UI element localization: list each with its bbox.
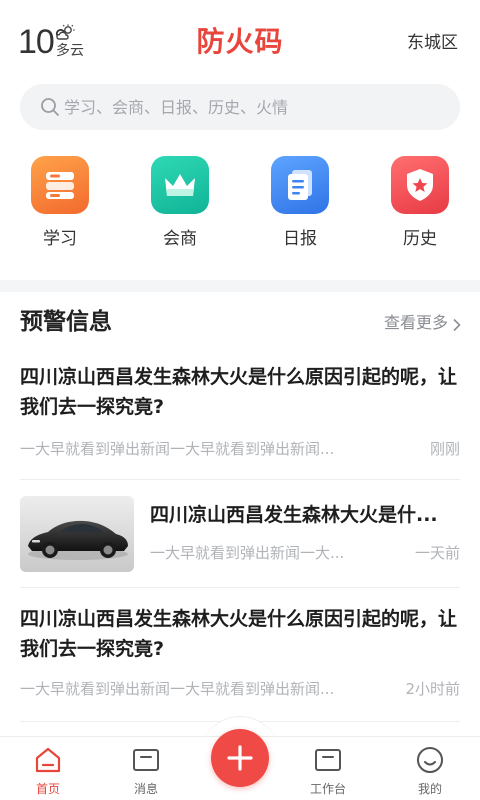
plus-icon bbox=[226, 744, 254, 772]
category-label: 学习 bbox=[43, 229, 77, 249]
news-title: 四川凉山西昌发生森林大火是什么原因引起的呢，让我们去一探究竟? bbox=[20, 608, 458, 660]
news-meta: 一大早就看到弹出新闻一大早就看到弹出新闻... 2小时前 bbox=[20, 678, 460, 700]
category-consult[interactable]: 会商 bbox=[130, 156, 230, 256]
search-bar[interactable] bbox=[20, 84, 460, 130]
view-more-link[interactable]: 查看更多 bbox=[384, 312, 462, 334]
category-grid: 学习 会商 日报 历史 bbox=[0, 146, 480, 264]
nav-home[interactable]: 首页 bbox=[0, 743, 96, 799]
news-item[interactable]: 四川凉山西昌发生森林大火是什么原因引起的呢，让我们去一探究竟? 一大早就看到弹出… bbox=[20, 362, 460, 480]
news-item[interactable]: 四川凉山西昌发生森林大火是什... 一大早就看到弹出新闻一大... 一天前 bbox=[20, 480, 460, 588]
news-title: 四川凉山西昌发生森林大火是什么原因引起的呢，让我们去一探究竟? bbox=[20, 366, 458, 418]
news-time: 一天前 bbox=[414, 544, 460, 562]
crown-icon bbox=[151, 156, 209, 214]
nav-messages[interactable]: 消息 bbox=[98, 743, 194, 799]
nav-label: 消息 bbox=[133, 782, 158, 796]
category-label: 日报 bbox=[283, 229, 317, 249]
header: 10° 多云 防火码 东城区 bbox=[0, 0, 480, 80]
books-icon bbox=[31, 156, 89, 214]
shield-star-icon bbox=[391, 156, 449, 214]
category-label: 历史 bbox=[403, 229, 437, 249]
news-summary: 一大早就看到弹出新闻一大早就看到弹出新闻... bbox=[20, 440, 335, 458]
view-more-label: 查看更多 bbox=[383, 313, 448, 332]
profile-icon bbox=[415, 745, 445, 775]
district-selector[interactable]: 东城区 bbox=[407, 32, 458, 54]
workbench-icon bbox=[313, 745, 343, 775]
chevron-right-icon bbox=[452, 316, 462, 332]
category-study[interactable]: 学习 bbox=[10, 156, 110, 256]
news-time: 2小时前 bbox=[405, 680, 460, 698]
section-divider bbox=[0, 280, 480, 292]
nav-profile[interactable]: 我的 bbox=[382, 743, 478, 799]
nav-label: 工作台 bbox=[309, 782, 346, 796]
news-meta: 一大早就看到弹出新闻一大早就看到弹出新闻... 刚刚 bbox=[20, 438, 460, 460]
document-icon bbox=[271, 156, 329, 214]
category-history[interactable]: 历史 bbox=[370, 156, 470, 256]
news-summary: 一大早就看到弹出新闻一大... bbox=[150, 544, 345, 562]
message-icon bbox=[131, 745, 161, 775]
search-icon bbox=[40, 97, 60, 117]
search-input[interactable] bbox=[64, 84, 444, 130]
add-button[interactable] bbox=[211, 729, 269, 787]
news-summary: 一大早就看到弹出新闻一大早就看到弹出新闻... bbox=[20, 680, 335, 698]
nav-label: 我的 bbox=[417, 782, 442, 796]
news-meta: 一大早就看到弹出新闻一大... 一天前 bbox=[150, 542, 460, 564]
section-title: 预警信息 bbox=[20, 309, 112, 335]
news-title: 四川凉山西昌发生森林大火是什... bbox=[150, 504, 438, 526]
news-item[interactable]: 四川凉山西昌发生森林大火是什么原因引起的呢，让我们去一探究竟? 一大早就看到弹出… bbox=[20, 604, 460, 722]
category-label: 会商 bbox=[163, 229, 197, 249]
category-daily-report[interactable]: 日报 bbox=[250, 156, 350, 256]
sports-car-image bbox=[20, 496, 134, 572]
home-icon bbox=[33, 745, 63, 775]
news-time: 刚刚 bbox=[429, 440, 460, 458]
nav-workbench[interactable]: 工作台 bbox=[280, 743, 376, 799]
nav-label: 首页 bbox=[35, 782, 60, 796]
